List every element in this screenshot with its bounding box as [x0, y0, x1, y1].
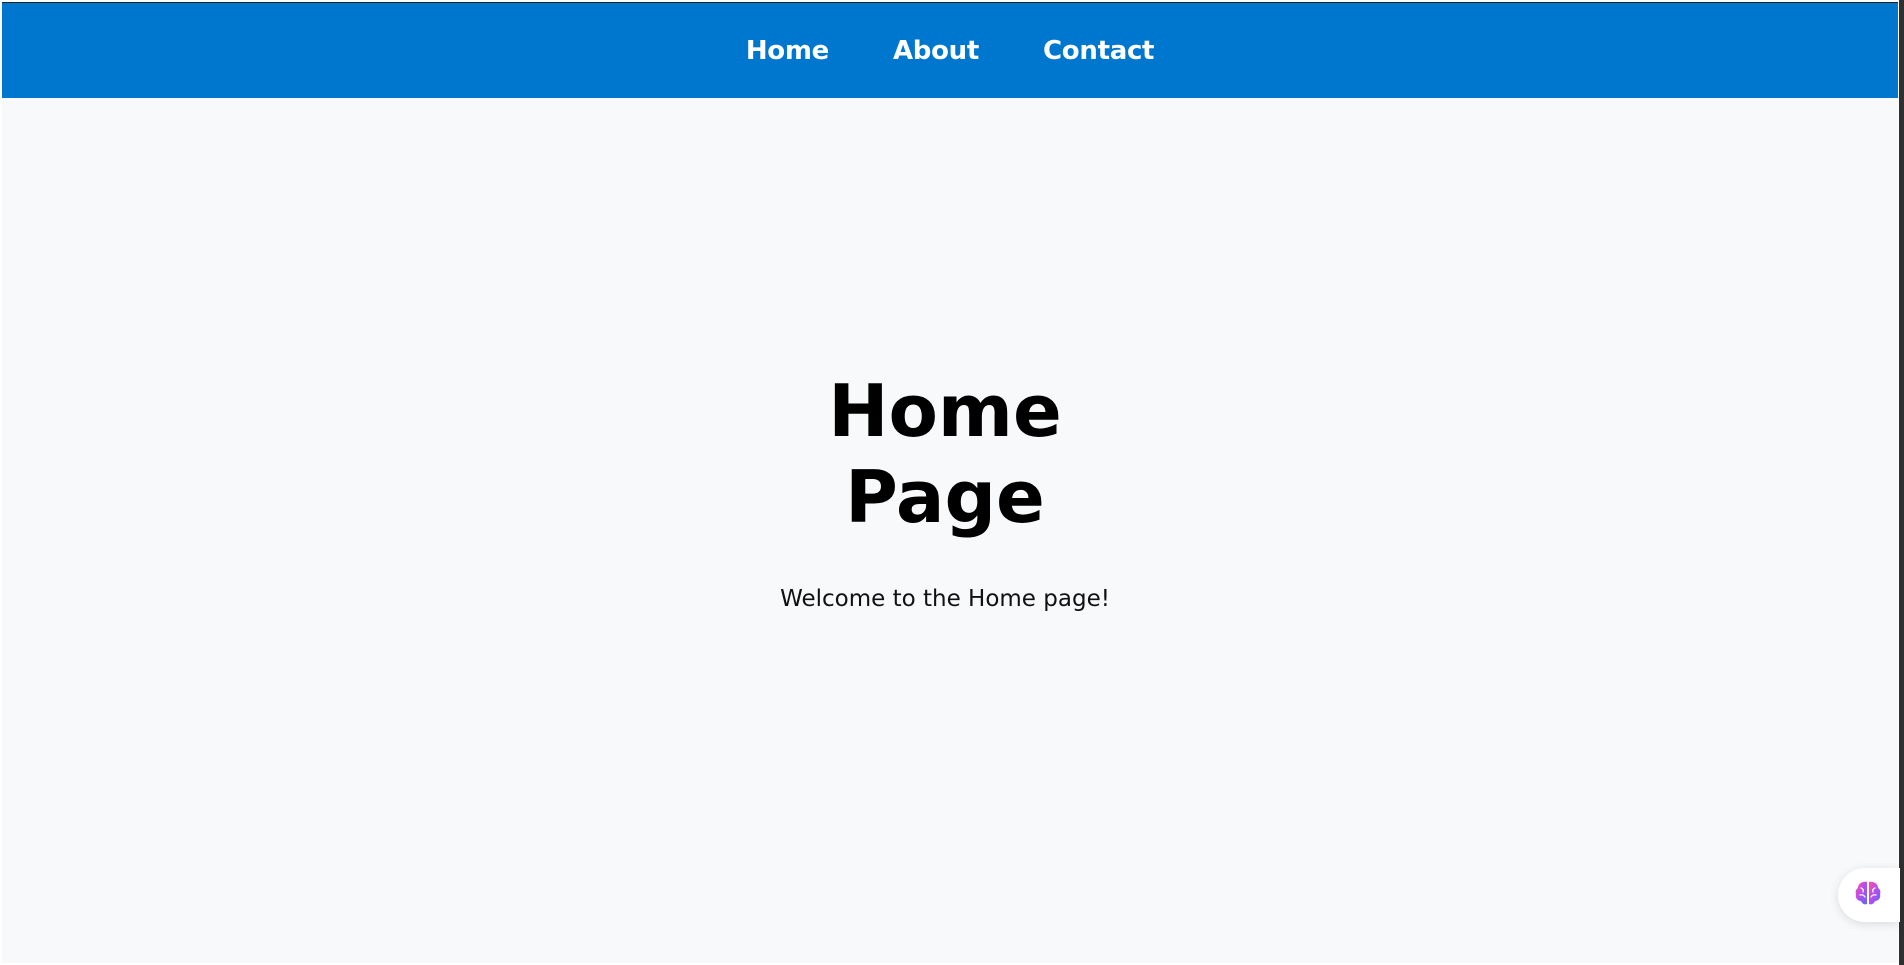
top-navbar: Home About Contact [2, 3, 1898, 98]
nav-link-home[interactable]: Home [746, 36, 829, 66]
brain-icon [1853, 878, 1883, 912]
page-title-line-2: Page [845, 455, 1045, 539]
nav-link-about[interactable]: About [893, 36, 979, 66]
page-title-line-1: Home [828, 369, 1062, 453]
main-content: Home Page Welcome to the Home page! [2, 98, 1898, 963]
browser-viewport: Home About Contact Home Page Welcome to … [2, 2, 1898, 963]
assistant-widget-button[interactable] [1838, 868, 1900, 922]
nav-link-contact[interactable]: Contact [1043, 36, 1154, 66]
page-title: Home Page [2, 368, 1888, 540]
welcome-message: Welcome to the Home page! [780, 586, 1110, 612]
window-right-border [1899, 0, 1904, 965]
